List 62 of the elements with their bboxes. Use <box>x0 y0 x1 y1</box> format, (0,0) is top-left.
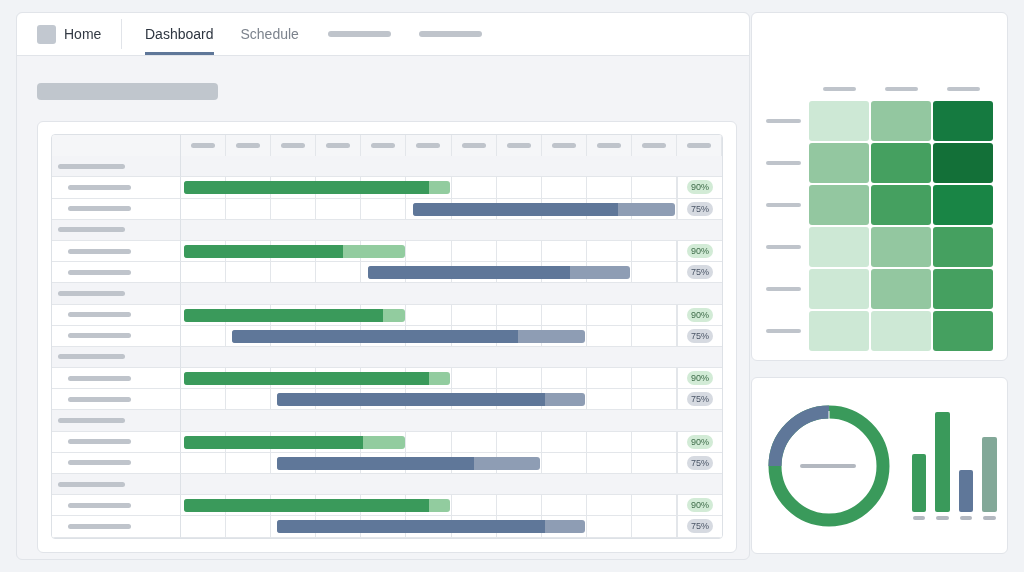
task-label-placeholder <box>68 460 131 466</box>
task-label-placeholder <box>68 439 131 445</box>
gantt-bar[interactable] <box>367 266 631 280</box>
column-header-placeholder <box>506 143 531 148</box>
task-label-placeholder <box>68 206 131 212</box>
percent-badge: 90% <box>686 434 713 449</box>
gantt-bar[interactable] <box>277 456 541 470</box>
task-label-placeholder <box>68 312 131 318</box>
tab-placeholder <box>418 31 482 37</box>
column-header-placeholder <box>416 143 441 148</box>
percent-badge: 75% <box>686 201 713 216</box>
column-label-placeholder <box>884 87 918 91</box>
column-header-placeholder <box>641 143 666 148</box>
column-header-placeholder <box>596 143 621 148</box>
percent-badge: 75% <box>686 455 713 470</box>
percent-badge: 90% <box>686 180 713 195</box>
percent-badge: 90% <box>686 244 713 259</box>
percent-badge: 90% <box>686 371 713 386</box>
task-label-placeholder <box>68 396 131 402</box>
task-label-placeholder <box>68 333 131 339</box>
row-label-placeholder <box>766 287 801 291</box>
percent-badge: 75% <box>686 392 713 407</box>
row-label-placeholder <box>766 203 801 207</box>
group-label-placeholder <box>58 418 125 424</box>
task-label-placeholder <box>68 248 131 254</box>
row-label-placeholder <box>766 161 801 165</box>
gantt-bar[interactable] <box>412 202 676 216</box>
row-label-placeholder <box>766 119 801 123</box>
gantt-bar[interactable] <box>232 329 586 343</box>
percent-badge: 75% <box>686 265 713 280</box>
row-label-placeholder <box>766 245 801 249</box>
percent-badge: 90% <box>686 498 713 513</box>
column-label-placeholder <box>822 87 856 91</box>
column-header-placeholder <box>461 143 486 148</box>
column-header-placeholder <box>551 143 576 148</box>
row-label-placeholder <box>766 329 801 333</box>
task-label-placeholder <box>68 502 131 508</box>
nav-tab[interactable]: Schedule <box>240 13 299 55</box>
task-label-placeholder <box>68 523 131 529</box>
group-label-placeholder <box>58 227 125 233</box>
task-label-placeholder <box>68 375 131 381</box>
task-label-placeholder <box>68 269 131 275</box>
column-label-placeholder <box>946 87 980 91</box>
home-link[interactable]: Home <box>64 26 102 42</box>
group-label-placeholder <box>58 481 125 487</box>
column-header-placeholder <box>281 143 306 148</box>
column-header-placeholder <box>326 143 351 148</box>
percent-badge: 75% <box>686 519 713 534</box>
column-header-placeholder <box>236 143 261 148</box>
group-label-placeholder <box>58 290 125 296</box>
task-label-placeholder <box>68 184 131 190</box>
percent-badge: 75% <box>686 328 713 343</box>
tab-placeholder <box>327 31 391 37</box>
nav-tab[interactable]: Dashboard <box>145 13 214 55</box>
group-label-placeholder <box>58 163 125 169</box>
percent-badge: 90% <box>686 307 713 322</box>
column-header-placeholder <box>191 143 216 148</box>
column-header-placeholder <box>687 143 711 148</box>
group-label-placeholder <box>58 354 125 360</box>
column-header-placeholder <box>371 143 396 148</box>
gantt-bar[interactable] <box>184 244 405 258</box>
gantt-bar[interactable] <box>184 435 405 449</box>
